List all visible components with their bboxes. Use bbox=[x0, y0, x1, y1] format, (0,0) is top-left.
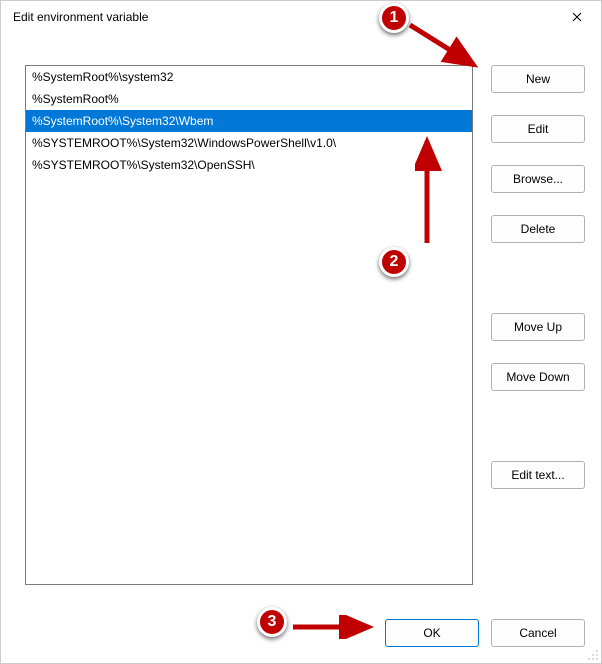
close-button[interactable] bbox=[561, 3, 593, 31]
list-item[interactable]: %SystemRoot%\System32\Wbem bbox=[26, 110, 472, 132]
list-item[interactable]: %SystemRoot% bbox=[26, 88, 472, 110]
new-button[interactable]: New bbox=[491, 65, 585, 93]
annotation-callout-1: 1 bbox=[379, 3, 409, 33]
edit-text-button[interactable]: Edit text... bbox=[491, 461, 585, 489]
delete-button[interactable]: Delete bbox=[491, 215, 585, 243]
path-listbox[interactable]: %SystemRoot%\system32 %SystemRoot% %Syst… bbox=[25, 65, 473, 585]
env-var-dialog: Edit environment variable %SystemRoot%\s… bbox=[0, 0, 602, 664]
close-icon bbox=[572, 12, 582, 22]
list-item[interactable]: %SystemRoot%\system32 bbox=[26, 66, 472, 88]
titlebar: Edit environment variable bbox=[1, 1, 601, 33]
dialog-bottom-buttons: OK Cancel bbox=[385, 619, 585, 647]
side-button-column: New Edit Browse... Delete Move Up Move D… bbox=[491, 65, 585, 489]
annotation-callout-2: 2 bbox=[379, 247, 409, 277]
annotation-callout-3: 3 bbox=[257, 607, 287, 637]
ok-button[interactable]: OK bbox=[385, 619, 479, 647]
resize-grip-icon[interactable] bbox=[585, 647, 599, 661]
cancel-button[interactable]: Cancel bbox=[491, 619, 585, 647]
annotation-arrow-3 bbox=[289, 615, 379, 639]
list-item[interactable]: %SYSTEMROOT%\System32\OpenSSH\ bbox=[26, 154, 472, 176]
move-up-button[interactable]: Move Up bbox=[491, 313, 585, 341]
list-item[interactable]: %SYSTEMROOT%\System32\WindowsPowerShell\… bbox=[26, 132, 472, 154]
window-title: Edit environment variable bbox=[13, 10, 148, 24]
edit-button[interactable]: Edit bbox=[491, 115, 585, 143]
move-down-button[interactable]: Move Down bbox=[491, 363, 585, 391]
browse-button[interactable]: Browse... bbox=[491, 165, 585, 193]
